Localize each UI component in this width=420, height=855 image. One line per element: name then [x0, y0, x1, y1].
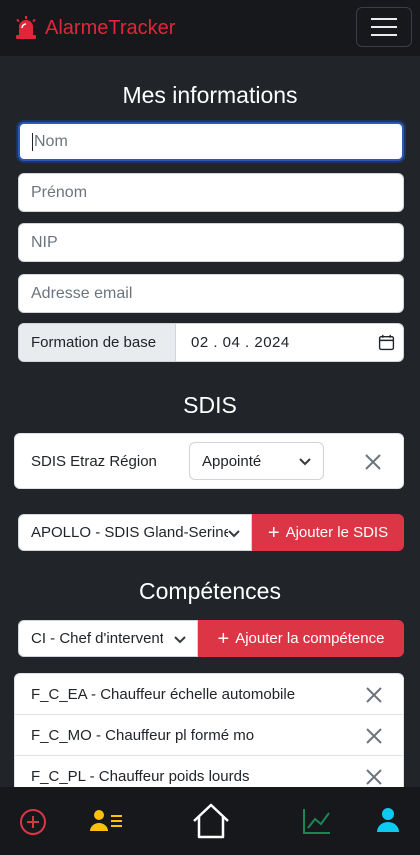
sdis-select[interactable]: APOLLO - SDIS Gland-Serine — [18, 514, 252, 551]
add-competence-label: Ajouter la compétence — [235, 630, 385, 647]
section-title-competences: Compétences — [139, 578, 281, 604]
siren-icon — [16, 16, 36, 39]
profile-icon[interactable] — [376, 807, 400, 833]
home-icon[interactable] — [191, 802, 231, 840]
chevron-down-icon — [299, 458, 311, 466]
stats-icon[interactable] — [302, 807, 332, 835]
competence-label: F_C_PL - Chauffeur poids lourds — [31, 767, 250, 785]
plus-circle-icon[interactable] — [19, 808, 47, 836]
formation-date-input[interactable]: 02 . 04 . 2024 — [176, 324, 369, 361]
add-sdis-label: Ajouter le SDIS — [285, 524, 389, 541]
hamburger-icon — [371, 18, 397, 36]
prenom-input[interactable]: Prénom — [18, 173, 404, 212]
plus-icon: + — [217, 627, 230, 650]
competence-label: F_C_EA - Chauffeur échelle automobile — [31, 685, 296, 703]
text-caret — [32, 132, 33, 151]
list-item: F_C_PL - Chauffeur poids lourds — [15, 756, 403, 787]
nom-input[interactable]: Nom — [18, 122, 404, 161]
top-navbar: AlarmeTracker — [0, 0, 420, 56]
main-content[interactable]: Mes informations Nom Prénom NIP Adresse … — [0, 56, 420, 787]
plus-icon: + — [267, 521, 280, 544]
brand[interactable]: AlarmeTracker — [14, 16, 175, 40]
nip-placeholder: NIP — [31, 233, 58, 251]
add-sdis-button[interactable]: + Ajouter le SDIS — [252, 514, 404, 551]
formation-label: Formation de base — [19, 324, 176, 361]
chevron-down-icon — [174, 635, 186, 644]
sdis-add-row: APOLLO - SDIS Gland-Serine + Ajouter le … — [18, 514, 404, 551]
competence-select-value: CI - Chef d'intervention — [31, 630, 163, 647]
prenom-placeholder: Prénom — [31, 183, 88, 201]
formation-date-group: Formation de base 02 . 04 . 2024 — [18, 323, 404, 362]
list-item: F_C_MO - Chauffeur pl formé mo — [15, 715, 403, 756]
competence-add-row: CI - Chef d'intervention + Ajouter la co… — [18, 620, 404, 657]
email-input[interactable]: Adresse email — [18, 274, 404, 313]
calendar-icon-svg — [378, 334, 394, 351]
list-item: F_C_EA - Chauffeur échelle automobile — [15, 674, 403, 715]
remove-competence-icon[interactable] — [364, 685, 384, 705]
add-competence-button[interactable]: + Ajouter la compétence — [198, 620, 404, 657]
remove-sdis-icon[interactable] — [363, 452, 383, 472]
remove-competence-icon[interactable] — [364, 767, 384, 787]
section-title-sdis: SDIS — [183, 392, 237, 418]
competence-list: F_C_EA - Chauffeur échelle automobile F_… — [14, 673, 404, 787]
rank-value: Appointé — [202, 452, 262, 470]
competence-select[interactable]: CI - Chef d'intervention — [18, 620, 198, 657]
rank-select[interactable]: Appointé — [189, 442, 324, 480]
team-list-icon[interactable] — [89, 809, 123, 833]
sdis-name: SDIS Etraz Région — [31, 452, 157, 470]
remove-competence-icon[interactable] — [364, 726, 384, 746]
email-placeholder: Adresse email — [31, 284, 133, 302]
chevron-down-icon — [228, 529, 240, 538]
app-title: AlarmeTracker — [45, 16, 176, 39]
nip-input[interactable]: NIP — [18, 223, 404, 262]
section-title-info: Mes informations — [122, 82, 298, 108]
sdis-card: SDIS Etraz Région Appointé — [14, 433, 404, 489]
nom-placeholder: Nom — [34, 132, 68, 150]
calendar-icon[interactable] — [369, 324, 403, 361]
competence-label: F_C_MO - Chauffeur pl formé mo — [31, 726, 255, 744]
menu-toggle-button[interactable] — [356, 7, 412, 47]
bottom-navbar — [0, 787, 420, 855]
sdis-select-value: APOLLO - SDIS Gland-Serine — [31, 524, 232, 541]
